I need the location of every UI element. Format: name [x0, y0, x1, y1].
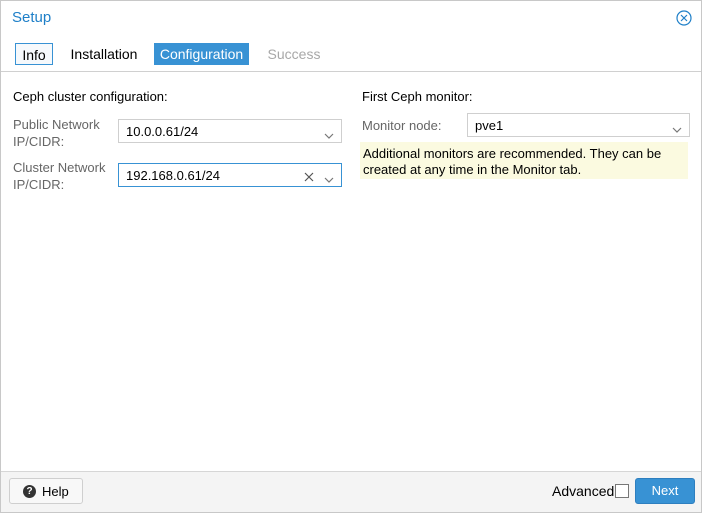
configuration-panel: Ceph cluster configuration: Public Netwo… [1, 72, 701, 472]
question-circle-icon: ? [23, 485, 36, 498]
tab-configuration[interactable]: Configuration [154, 43, 249, 65]
wizard-tabs: Info Installation Configuration Success [1, 37, 701, 72]
notice-line2: created at any time in the Monitor tab. [363, 162, 582, 177]
close-icon[interactable] [676, 10, 692, 26]
chevron-down-icon[interactable] [324, 172, 334, 183]
cluster-network-select[interactable]: 192.168.0.61/24 [118, 163, 342, 187]
tab-info[interactable]: Info [15, 43, 53, 65]
public-network-label-line2: IP/CIDR: [13, 134, 65, 149]
monitor-node-value: pve1 [475, 118, 504, 133]
next-button[interactable]: Next [635, 478, 695, 504]
public-network-label-line1: Public Network [13, 117, 100, 132]
advanced-label: Advanced [552, 483, 615, 499]
cluster-network-label: Cluster Network IP/CIDR: [13, 159, 105, 193]
cluster-network-value: 192.168.0.61/24 [126, 168, 220, 183]
monitor-node-label: Monitor node: [362, 118, 442, 133]
advanced-checkbox[interactable] [615, 484, 629, 498]
chevron-down-icon[interactable] [324, 128, 334, 139]
monitor-notice: Additional monitors are recommended. The… [360, 142, 688, 179]
tab-success: Success [267, 46, 321, 62]
public-network-select[interactable]: 10.0.0.61/24 [118, 119, 342, 143]
first-ceph-monitor-title: First Ceph monitor: [362, 89, 473, 104]
notice-line1: Additional monitors are recommended. The… [363, 146, 662, 161]
chevron-down-icon[interactable] [672, 122, 682, 133]
cluster-network-label-line1: Cluster Network [13, 160, 106, 175]
ceph-cluster-config-title: Ceph cluster configuration: [13, 89, 168, 104]
clear-icon[interactable] [304, 170, 314, 182]
title-bar: Setup [1, 1, 701, 33]
tab-installation[interactable]: Installation [66, 43, 142, 65]
setup-dialog: Setup Info Installation Configuration Su… [0, 0, 702, 513]
public-network-label: Public Network IP/CIDR: [13, 116, 100, 150]
help-label: Help [42, 484, 69, 499]
public-network-value: 10.0.0.61/24 [126, 124, 199, 139]
monitor-node-select[interactable]: pve1 [467, 113, 690, 137]
cluster-network-label-line2: IP/CIDR: [13, 177, 65, 192]
dialog-footer: ? Help Advanced Next [1, 471, 701, 512]
window-title: Setup [12, 9, 52, 26]
help-button[interactable]: ? Help [9, 478, 83, 504]
